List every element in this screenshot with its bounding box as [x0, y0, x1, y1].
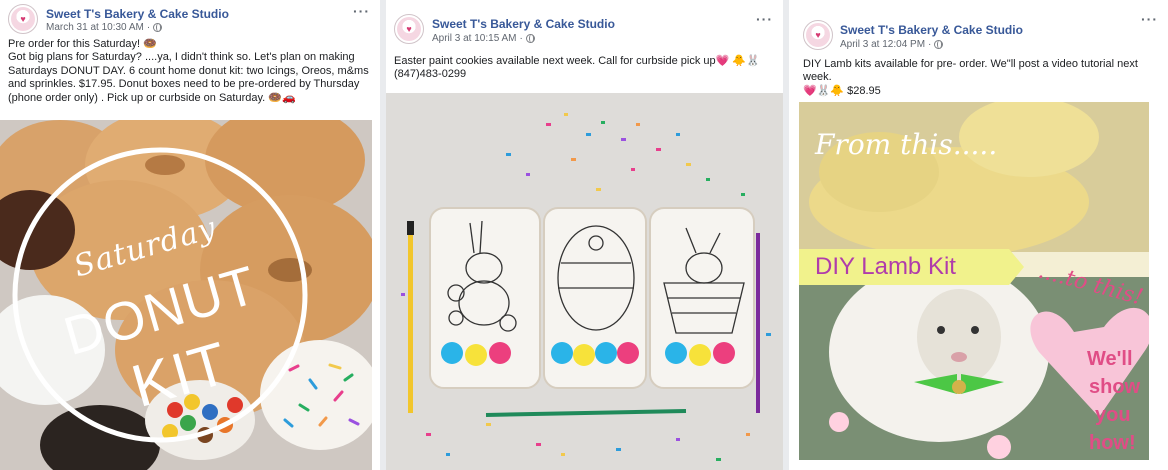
globe-icon	[934, 40, 944, 49]
image-top-caption: From this.....	[815, 128, 998, 161]
timestamp-link[interactable]: April 3 at 10:15 AM	[432, 33, 517, 44]
post-card: ♥ Sweet T's Bakery & Cake Studio April 3…	[789, 0, 1168, 470]
easter-cookies-image	[386, 93, 783, 470]
post-text: Easter paint cookies available next week…	[394, 55, 760, 81]
post-photo[interactable]	[386, 93, 783, 470]
image-bottom-text-1: We'll	[1087, 348, 1133, 370]
globe-icon	[153, 23, 163, 32]
image-banner-text: DIY Lamb Kit	[815, 253, 956, 280]
post-text: DIY Lamb kits available for pre- order. …	[803, 58, 1138, 97]
post-photo[interactable]: Saturday DONUT KIT	[0, 120, 372, 470]
image-bottom-text-3: you	[1095, 404, 1131, 426]
avatar[interactable]: ♥	[394, 14, 424, 44]
timestamp-link[interactable]: March 31 at 10:30 AM	[46, 22, 144, 33]
post-header: ♥ Sweet T's Bakery & Cake Studio April 3…	[386, 0, 783, 48]
page-name-link[interactable]: Sweet T's Bakery & Cake Studio	[840, 23, 1023, 37]
more-options-icon[interactable]: ···	[756, 11, 773, 27]
post-text: Pre order for this Saturday! 🍩 Got big p…	[8, 38, 369, 104]
page-name-link[interactable]: Sweet T's Bakery & Cake Studio	[432, 17, 615, 31]
image-bottom-text-2: show	[1089, 376, 1141, 398]
post-meta: April 3 at 10:15 AM ·	[432, 33, 535, 44]
more-options-icon[interactable]: ···	[353, 3, 370, 19]
avatar[interactable]: ♥	[803, 20, 833, 50]
post-card: ♥ Sweet T's Bakery & Cake Studio April 3…	[386, 0, 783, 470]
post-photo[interactable]: From this..... DIY Lamb Kit ....to this!…	[799, 102, 1149, 460]
timestamp-link[interactable]: April 3 at 12:04 PM	[840, 39, 925, 50]
post-header: ♥ Sweet T's Bakery & Cake Studio March 3…	[0, 0, 380, 38]
post-meta: April 3 at 12:04 PM ·	[840, 39, 944, 50]
post-meta: March 31 at 10:30 AM ·	[46, 22, 163, 33]
post-header: ♥ Sweet T's Bakery & Cake Studio April 3…	[789, 0, 1168, 52]
post-card: ♥ Sweet T's Bakery & Cake Studio March 3…	[0, 0, 380, 470]
page-name-link[interactable]: Sweet T's Bakery & Cake Studio	[46, 7, 229, 21]
image-bottom-text-4: how!	[1089, 432, 1136, 454]
more-options-icon[interactable]: ···	[1141, 11, 1158, 27]
globe-icon	[525, 34, 535, 43]
avatar[interactable]: ♥	[8, 4, 38, 34]
